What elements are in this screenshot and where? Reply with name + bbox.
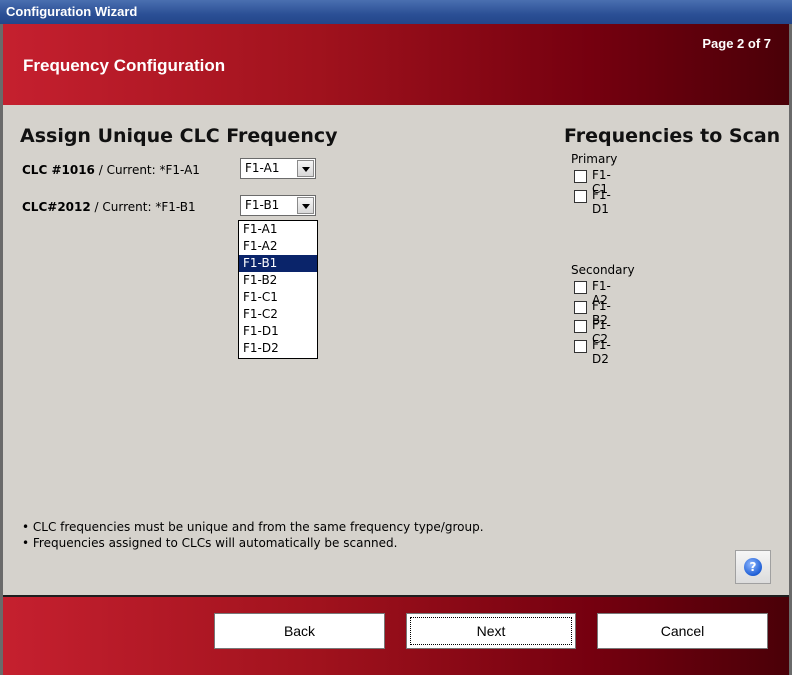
combo-value: F1-B1 bbox=[245, 198, 280, 212]
dropdown-option[interactable]: F1-B2 bbox=[239, 272, 317, 289]
dropdown-option[interactable]: F1-A2 bbox=[239, 238, 317, 255]
primary-group-label: Primary bbox=[571, 152, 618, 166]
dropdown-option-selected[interactable]: F1-B1 bbox=[239, 255, 317, 272]
help-question-icon: ? bbox=[744, 558, 762, 576]
dropdown-option[interactable]: F1-C1 bbox=[239, 289, 317, 306]
checkbox[interactable] bbox=[574, 320, 587, 333]
checkbox[interactable] bbox=[574, 281, 587, 294]
clc-current: / Current: *F1-B1 bbox=[90, 200, 196, 214]
help-button[interactable]: ? bbox=[735, 550, 771, 584]
frequency-dropdown-list[interactable]: F1-A1 F1-A2 F1-B1 F1-B2 F1-C1 F1-C2 F1-D… bbox=[238, 220, 318, 359]
wizard-header-banner: Frequency Configuration Page 2 of 7 bbox=[3, 24, 789, 105]
page-indicator: Page 2 of 7 bbox=[702, 36, 771, 51]
dropdown-option[interactable]: F1-D1 bbox=[239, 323, 317, 340]
clc-row-label: CLC#2012 / Current: *F1-B1 bbox=[22, 200, 196, 214]
clc-frequency-select[interactable]: F1-B1 bbox=[240, 195, 316, 216]
clc-id: CLC #1016 bbox=[22, 163, 95, 177]
checkbox[interactable] bbox=[574, 301, 587, 314]
assign-section-title: Assign Unique CLC Frequency bbox=[20, 125, 338, 147]
secondary-group-label: Secondary bbox=[571, 263, 635, 277]
checkbox[interactable] bbox=[574, 190, 587, 203]
clc-row-label: CLC #1016 / Current: *F1-A1 bbox=[22, 163, 200, 177]
window-title-bar[interactable]: Configuration Wizard bbox=[0, 0, 792, 24]
next-button[interactable]: Next bbox=[406, 613, 576, 649]
scan-section-title: Frequencies to Scan bbox=[564, 125, 781, 147]
info-note: • Frequencies assigned to CLCs will auto… bbox=[22, 536, 398, 550]
combo-value: F1-A1 bbox=[245, 161, 280, 175]
combo-dropdown-button[interactable] bbox=[297, 197, 314, 214]
cancel-button[interactable]: Cancel bbox=[597, 613, 768, 649]
clc-id: CLC#2012 bbox=[22, 200, 91, 214]
back-button[interactable]: Back bbox=[214, 613, 385, 649]
window-title: Configuration Wizard bbox=[6, 4, 138, 19]
dropdown-option[interactable]: F1-A1 bbox=[239, 221, 317, 238]
info-note: • CLC frequencies must be unique and fro… bbox=[22, 520, 484, 534]
dropdown-option[interactable]: F1-C2 bbox=[239, 306, 317, 323]
checkbox[interactable] bbox=[574, 170, 587, 183]
dropdown-option[interactable]: F1-D2 bbox=[239, 340, 317, 357]
page-title: Frequency Configuration bbox=[23, 56, 226, 75]
chevron-down-icon bbox=[302, 167, 310, 172]
clc-frequency-select[interactable]: F1-A1 bbox=[240, 158, 316, 179]
chevron-down-icon bbox=[302, 204, 310, 209]
checkbox[interactable] bbox=[574, 340, 587, 353]
combo-dropdown-button[interactable] bbox=[297, 160, 314, 177]
checkbox-label: F1-D2 bbox=[592, 338, 611, 366]
checkbox-label: F1-D1 bbox=[592, 188, 611, 216]
clc-current: / Current: *F1-A1 bbox=[94, 163, 200, 177]
